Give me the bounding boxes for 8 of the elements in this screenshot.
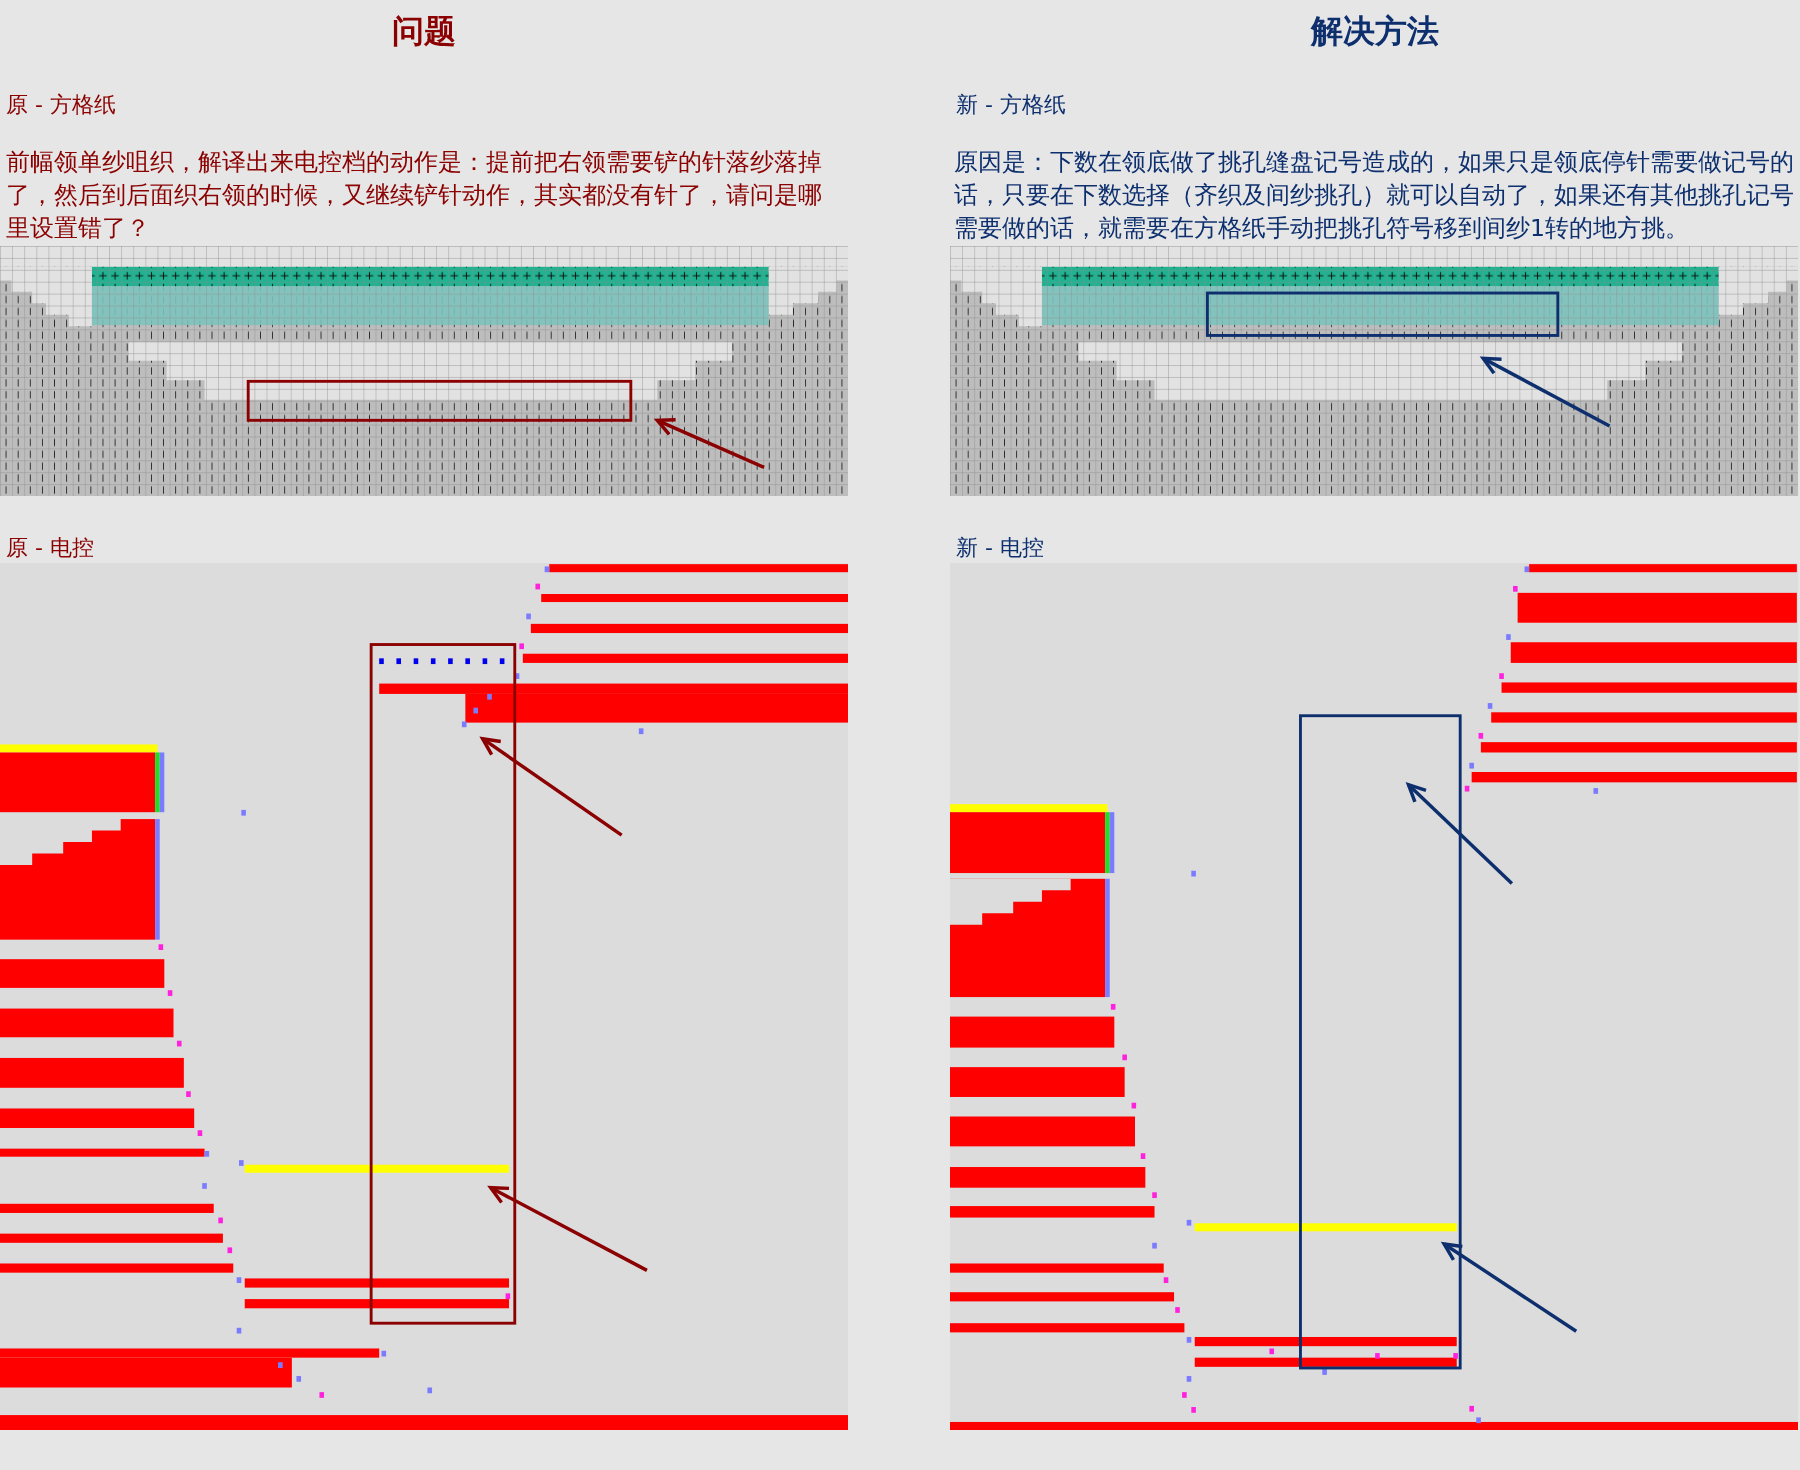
section-caption: 原 - 方格纸 bbox=[5, 91, 117, 119]
section-caption: 新 - 方格纸 bbox=[955, 91, 1067, 119]
section-caption: 原 - 电控 bbox=[5, 534, 95, 562]
column-heading: 问题 bbox=[392, 11, 456, 52]
description-text: 原因是：下数在领底做了挑孔缝盘记号造成的，如果只是领底停针需要做记号的话，只要在下数选择（齐织及间纱挑孔）就可以自动了，如果还有其他挑孔记号需要做的话，就需要在方格纸手动把挑孔符号移到间纱1转的地方挑。 bbox=[954, 147, 1795, 244]
section-caption: 新 - 电控 bbox=[955, 534, 1045, 562]
column-heading: 解决方法 bbox=[1311, 11, 1439, 52]
description-text: 前幅领单纱咀织，解译出来电控档的动作是：提前把右领需要铲的针落纱落掉了，然后到后面织右领的时候，又继续铲针动作，其实都没有针了，请问是哪里设置错了？ bbox=[6, 147, 823, 244]
